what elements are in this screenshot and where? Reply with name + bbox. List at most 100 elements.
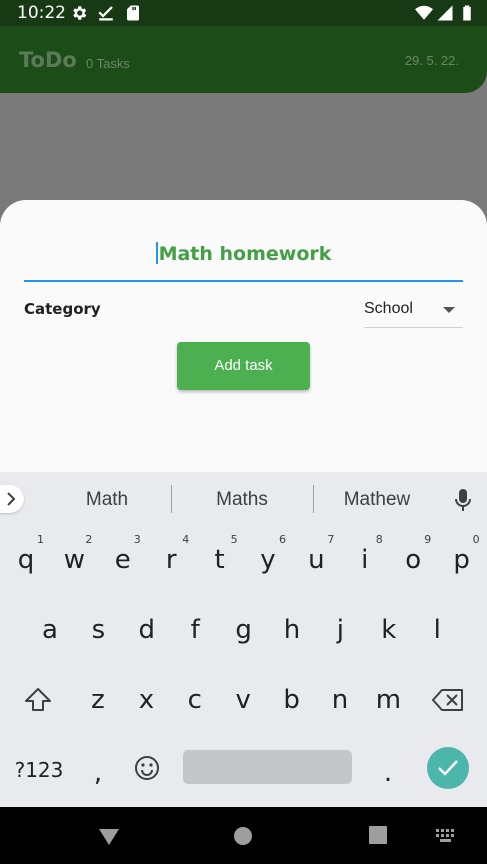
- key-t[interactable]: t5: [200, 533, 240, 585]
- gear-icon: [73, 6, 87, 20]
- suggestion-1[interactable]: Math: [47, 489, 167, 511]
- key-hint: 4: [182, 533, 190, 546]
- symbols-key[interactable]: ?123: [14, 748, 64, 798]
- key-label: z: [91, 685, 105, 715]
- key-n[interactable]: n: [320, 675, 360, 725]
- space-key[interactable]: [183, 750, 352, 784]
- key-label: j: [336, 615, 344, 645]
- backspace-icon[interactable]: [432, 689, 464, 711]
- soft-keyboard: Math Maths Mathew q1w2e3r4t5y6u7i8o9p0as…: [0, 472, 487, 807]
- key-g[interactable]: g: [224, 605, 264, 655]
- key-c[interactable]: c: [175, 675, 215, 725]
- cell-signal-icon: [437, 5, 453, 21]
- key-label: q: [17, 545, 35, 575]
- key-hint: 0: [472, 533, 480, 546]
- text-caret: [155, 242, 158, 264]
- key-hint: 7: [327, 533, 335, 546]
- key-label: a: [42, 615, 58, 645]
- key-label: t: [214, 545, 225, 575]
- key-label: l: [433, 615, 441, 645]
- mic-icon[interactable]: [454, 488, 472, 512]
- chevron-right-icon: [7, 492, 16, 506]
- key-label: k: [381, 615, 397, 645]
- key-label: s: [91, 615, 106, 645]
- key-j[interactable]: j: [320, 605, 360, 655]
- suggestion-3[interactable]: Mathew: [317, 489, 437, 511]
- key-r[interactable]: r4: [151, 533, 191, 585]
- key-z[interactable]: z: [78, 675, 118, 725]
- key-label: x: [138, 685, 155, 715]
- key-label: d: [138, 615, 156, 645]
- key-d[interactable]: d: [127, 605, 167, 655]
- category-dropdown[interactable]: School: [364, 298, 463, 328]
- shift-icon[interactable]: [24, 687, 52, 713]
- key-s[interactable]: s: [78, 605, 118, 655]
- key-o[interactable]: o9: [393, 533, 433, 585]
- key-label: r: [165, 545, 177, 575]
- key-label: h: [283, 615, 301, 645]
- task-name-input[interactable]: Math homework: [24, 236, 463, 282]
- key-u[interactable]: u7: [296, 533, 336, 585]
- key-label: f: [190, 615, 200, 645]
- key-hint: 3: [133, 533, 141, 546]
- app-date: 29. 5. 22.: [404, 53, 459, 68]
- key-label: u: [308, 545, 325, 575]
- key-e[interactable]: e3: [103, 533, 143, 585]
- period-key-label: .: [383, 758, 393, 788]
- emoji-icon[interactable]: [134, 755, 160, 781]
- key-a[interactable]: a: [30, 605, 70, 655]
- task-input-value: Math homework: [158, 243, 332, 265]
- key-k[interactable]: k: [369, 605, 409, 655]
- suggestion-2[interactable]: Maths: [182, 489, 302, 511]
- key-hint: 2: [85, 533, 93, 546]
- task-count: 0 Tasks: [86, 56, 130, 71]
- key-label: m: [375, 685, 402, 715]
- key-w[interactable]: w2: [54, 533, 94, 585]
- key-h[interactable]: h: [272, 605, 312, 655]
- key-hint: 5: [230, 533, 238, 546]
- battery-icon: [463, 5, 471, 21]
- key-m[interactable]: m: [368, 675, 408, 725]
- key-label: p: [453, 545, 470, 575]
- key-y[interactable]: y6: [248, 533, 288, 585]
- key-hint: 9: [424, 533, 432, 546]
- key-label: b: [283, 685, 300, 715]
- key-i[interactable]: i8: [345, 533, 385, 585]
- suggestion-strip: Math Maths Mathew: [0, 472, 487, 528]
- check-icon: [98, 6, 113, 21]
- key-label: v: [235, 685, 251, 715]
- key-label: n: [331, 685, 349, 715]
- back-icon[interactable]: [97, 827, 121, 847]
- comma-key[interactable]: ,: [78, 748, 118, 798]
- key-label: w: [63, 545, 86, 575]
- recents-icon[interactable]: [369, 826, 387, 844]
- category-value: School: [364, 300, 413, 317]
- key-x[interactable]: x: [126, 675, 166, 725]
- key-label: o: [405, 545, 422, 575]
- key-f[interactable]: f: [175, 605, 215, 655]
- category-label: Category: [24, 300, 101, 318]
- keyboard-switch-icon[interactable]: [436, 829, 456, 843]
- app-bar: ToDo 0 Tasks 29. 5. 22.: [0, 26, 487, 93]
- suggestion-divider: [313, 485, 314, 513]
- key-label: i: [361, 545, 369, 575]
- key-q[interactable]: q1: [6, 533, 46, 585]
- home-icon[interactable]: [233, 826, 253, 846]
- symbols-key-label: ?123: [14, 758, 64, 782]
- status-time: 10:22: [17, 3, 66, 23]
- key-label: c: [187, 685, 202, 715]
- enter-key[interactable]: [427, 747, 469, 789]
- comma-key-label: ,: [93, 758, 103, 788]
- app-title: ToDo: [19, 48, 77, 72]
- period-key[interactable]: .: [368, 748, 408, 798]
- key-hint: 1: [37, 533, 44, 546]
- sd-card-icon: [127, 5, 139, 21]
- key-l[interactable]: l: [417, 605, 457, 655]
- key-p[interactable]: p0: [442, 533, 482, 585]
- expand-toolbar-button[interactable]: [0, 485, 24, 513]
- key-v[interactable]: v: [223, 675, 263, 725]
- add-task-button[interactable]: Add task: [177, 342, 310, 390]
- wifi-icon: [415, 5, 433, 20]
- checkmark-icon: [438, 760, 458, 776]
- key-b[interactable]: b: [272, 675, 312, 725]
